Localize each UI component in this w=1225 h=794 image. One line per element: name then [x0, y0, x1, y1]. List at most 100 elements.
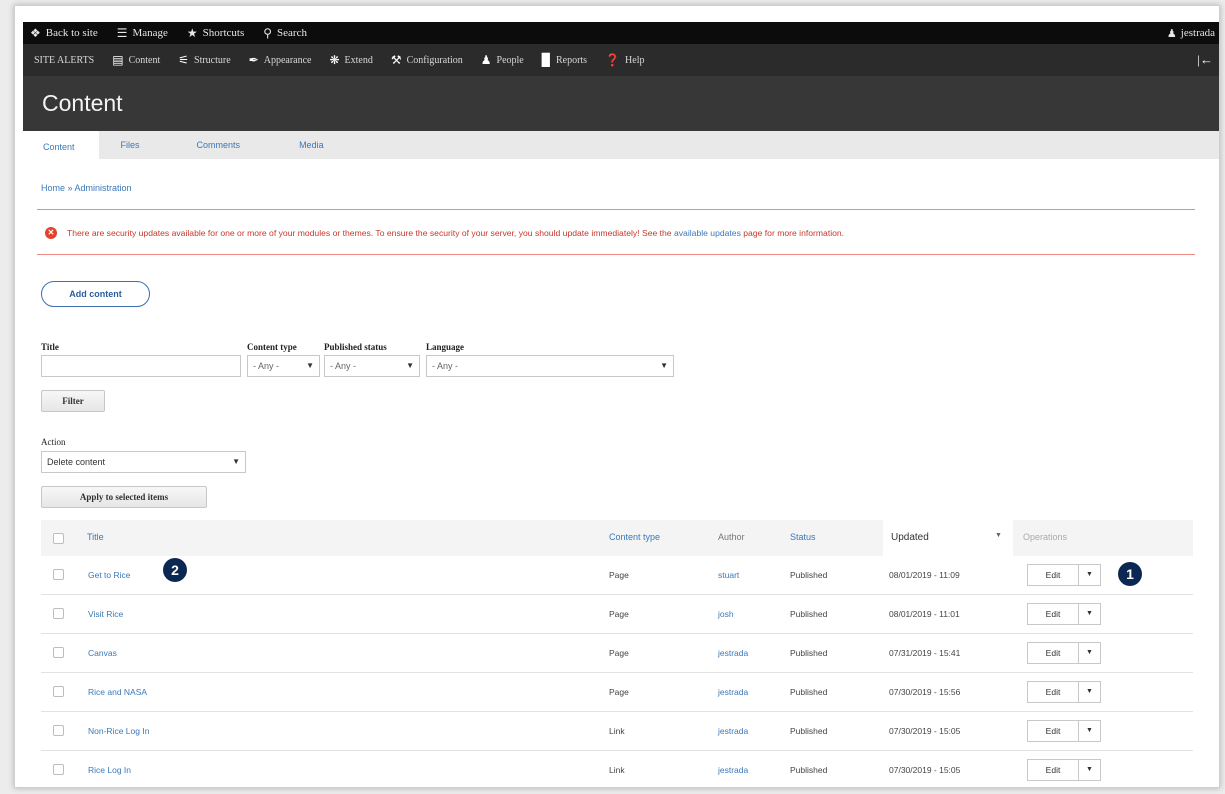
- sort-descending-icon: ▼: [995, 532, 1002, 539]
- updated-cell: 08/01/2019 - 11:09: [889, 570, 960, 580]
- tab-comments[interactable]: Comments: [178, 131, 281, 159]
- author-link[interactable]: josh: [718, 609, 734, 619]
- breadcrumb[interactable]: Home » Administration: [41, 183, 132, 193]
- reports-icon: ▉: [541, 52, 551, 67]
- orientation-toggle-icon[interactable]: |←: [1197, 52, 1213, 68]
- search-icon: ⚲: [263, 25, 273, 40]
- operations-dropbutton: Edit ▼: [1027, 564, 1101, 586]
- title-column-header[interactable]: Title: [87, 532, 104, 542]
- chevron-down-icon[interactable]: ▼: [1078, 721, 1100, 741]
- updated-cell: 07/30/2019 - 15:56: [889, 687, 961, 697]
- available-updates-link[interactable]: available updates: [674, 228, 741, 238]
- user-menu-toggle[interactable]: ♟ jestrada: [1167, 27, 1215, 40]
- row-checkbox[interactable]: [53, 569, 64, 580]
- toolbar-bar: ❖ Back to site ☰ Manage ★ Shortcuts ⚲ Se…: [23, 22, 1219, 44]
- chevron-down-icon[interactable]: ▼: [1078, 604, 1100, 624]
- chevron-down-icon: ▼: [306, 361, 314, 370]
- author-link[interactable]: jestrada: [718, 687, 748, 697]
- title-filter-label: Title: [41, 342, 59, 352]
- content-type-cell: Page: [609, 609, 629, 619]
- content-type-value: - Any -: [253, 361, 280, 371]
- manage-tray-toggle[interactable]: ☰ Manage: [117, 26, 168, 41]
- search-tray-toggle[interactable]: ⚲ Search: [263, 26, 307, 41]
- menu-item-site-alerts[interactable]: SITE ALERTS: [34, 55, 94, 66]
- published-status-select[interactable]: - Any - ▼: [324, 355, 420, 377]
- edit-button[interactable]: Edit: [1028, 565, 1078, 585]
- people-icon: ♟: [480, 52, 492, 67]
- node-title-link[interactable]: Get to Rice: [88, 570, 131, 580]
- menu-item-appearance[interactable]: ✒ Appearance: [249, 53, 312, 68]
- add-content-button[interactable]: Add content: [41, 281, 150, 307]
- updated-cell: 07/31/2019 - 15:41: [889, 648, 961, 658]
- menu-item-label: SITE ALERTS: [34, 54, 95, 66]
- shortcuts-tray-toggle[interactable]: ★ Shortcuts: [187, 26, 244, 41]
- language-select[interactable]: - Any - ▼: [426, 355, 674, 377]
- author-link[interactable]: jestrada: [718, 726, 748, 736]
- drupal-icon: ❖: [30, 25, 41, 40]
- menu-item-help[interactable]: ❓ Help: [605, 53, 644, 68]
- select-all-checkbox[interactable]: [53, 533, 64, 544]
- user-name: jestrada: [1180, 27, 1215, 39]
- action-select[interactable]: Delete content ▼: [41, 451, 246, 473]
- edit-button[interactable]: Edit: [1028, 760, 1078, 780]
- menu-item-label: Extend: [344, 54, 373, 66]
- menu-item-configuration[interactable]: ⚒ Configuration: [391, 53, 463, 68]
- content-type-column-header[interactable]: Content type: [609, 532, 660, 542]
- edit-button[interactable]: Edit: [1028, 721, 1078, 741]
- edit-button[interactable]: Edit: [1028, 643, 1078, 663]
- row-checkbox[interactable]: [53, 725, 64, 736]
- page-title: Content: [42, 90, 123, 116]
- content-type-select[interactable]: - Any - ▼: [247, 355, 320, 377]
- row-checkbox[interactable]: [53, 608, 64, 619]
- operations-dropbutton: Edit ▼: [1027, 642, 1101, 664]
- action-value: Delete content: [47, 457, 106, 467]
- callout-badge-2: 2: [163, 558, 187, 582]
- menu-item-reports[interactable]: ▉ Reports: [542, 53, 587, 68]
- row-checkbox[interactable]: [53, 647, 64, 658]
- menu-item-structure[interactable]: ⚟ Structure: [178, 53, 230, 68]
- tab-media[interactable]: Media: [280, 131, 343, 159]
- chevron-down-icon[interactable]: ▼: [1078, 643, 1100, 663]
- manage-label: Manage: [132, 27, 168, 39]
- back-to-site-link[interactable]: ❖ Back to site: [30, 26, 98, 41]
- author-link[interactable]: jestrada: [718, 765, 748, 775]
- updated-column-header[interactable]: Updated ▼: [883, 520, 1013, 556]
- chevron-down-icon[interactable]: ▼: [1078, 565, 1100, 585]
- menu-item-content[interactable]: ▤ Content: [112, 53, 160, 68]
- node-title-link[interactable]: Non-Rice Log In: [88, 726, 149, 736]
- status-column-header[interactable]: Status: [790, 532, 816, 542]
- menu-item-extend[interactable]: ❋ Extend: [329, 53, 372, 68]
- author-link[interactable]: stuart: [718, 570, 739, 580]
- row-checkbox[interactable]: [53, 764, 64, 775]
- table-row: Rice Log In Link jestrada Published 07/3…: [41, 751, 1193, 787]
- tab-files[interactable]: Files: [99, 131, 178, 159]
- edit-button[interactable]: Edit: [1028, 682, 1078, 702]
- menu-item-people[interactable]: ♟ People: [481, 53, 524, 68]
- operations-column-header: Operations: [1023, 532, 1068, 542]
- node-title-link[interactable]: Canvas: [88, 648, 117, 658]
- menu-item-label: Reports: [555, 54, 588, 66]
- filter-button[interactable]: Filter: [41, 390, 105, 412]
- content-type-cell: Link: [609, 726, 625, 736]
- title-filter-input[interactable]: [41, 355, 241, 377]
- node-title-link[interactable]: Rice Log In: [88, 765, 131, 775]
- apply-to-selected-button[interactable]: Apply to selected items: [41, 486, 207, 508]
- author-link[interactable]: jestrada: [718, 648, 748, 658]
- action-label: Action: [41, 437, 66, 447]
- message-text-after: page for more information.: [740, 228, 845, 238]
- chevron-down-icon[interactable]: ▼: [1078, 682, 1100, 702]
- row-checkbox[interactable]: [53, 686, 64, 697]
- table-row: Visit Rice Page josh Published 08/01/201…: [41, 595, 1193, 634]
- table-row: Canvas Page jestrada Published 07/31/201…: [41, 634, 1193, 673]
- node-title-link[interactable]: Visit Rice: [88, 609, 123, 619]
- content-icon: ▤: [112, 52, 124, 67]
- content-type-filter-label: Content type: [247, 342, 297, 352]
- status-cell: Published: [790, 648, 828, 658]
- edit-button[interactable]: Edit: [1028, 604, 1078, 624]
- content-type-cell: Page: [609, 648, 629, 658]
- tab-content[interactable]: Content: [23, 131, 99, 159]
- chevron-down-icon[interactable]: ▼: [1078, 760, 1100, 780]
- operations-dropbutton: Edit ▼: [1027, 681, 1101, 703]
- help-icon: ❓: [605, 52, 621, 67]
- node-title-link[interactable]: Rice and NASA: [88, 687, 147, 697]
